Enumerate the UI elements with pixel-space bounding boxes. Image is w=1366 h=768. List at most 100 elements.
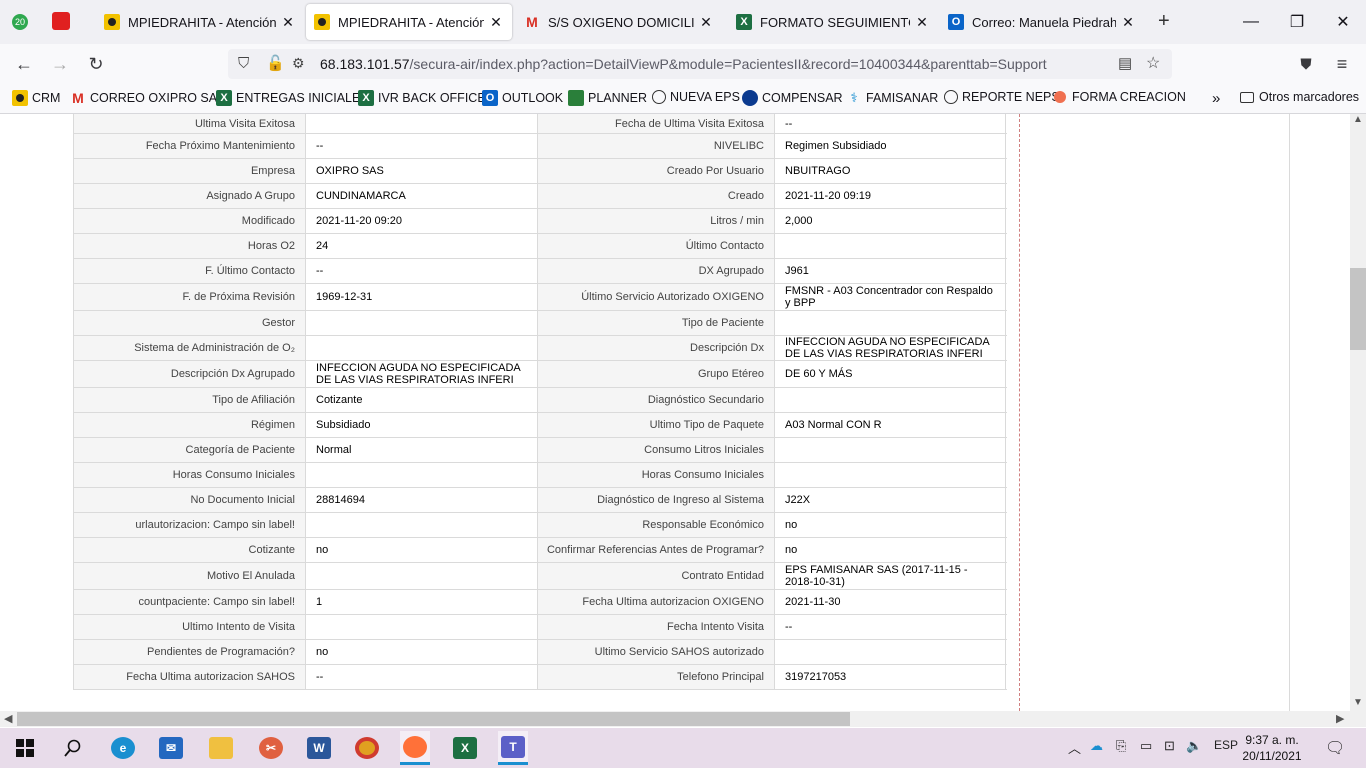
volume-icon[interactable]: 🔈 [1186,738,1202,754]
field-value[interactable]: Regimen Subsidiado [774,134,1006,158]
close-icon[interactable]: ✕ [698,14,714,31]
tab-4[interactable]: O Correo: Manuela Piedrahita - ✕ [940,4,1144,40]
bookmark-entregas[interactable]: X ENTREGAS INICIALES [216,90,369,106]
new-tab-button[interactable]: + [1158,10,1170,33]
minimize-button[interactable]: — [1228,0,1274,44]
bookmark-nueva-eps[interactable]: NUEVA EPS [652,90,740,104]
field-value[interactable]: FMSNR - A03 Concentrador con Respaldo y … [774,284,1006,310]
field-value[interactable] [305,463,537,487]
edge-taskbar-icon[interactable]: e [108,734,138,762]
field-value[interactable] [305,513,537,537]
close-icon[interactable]: ✕ [280,14,296,31]
search-button[interactable] [58,734,88,762]
field-value[interactable] [305,563,537,589]
close-icon[interactable]: ✕ [914,14,930,31]
field-value[interactable] [305,114,537,133]
field-value[interactable]: DE 60 Y MÁS [774,361,1006,387]
pinned-media-tab-icon[interactable] [52,12,70,30]
field-value[interactable]: 24 [305,234,537,258]
field-value[interactable]: 1969-12-31 [305,284,537,310]
field-value[interactable]: OXIPRO SAS [305,159,537,183]
vertical-scroll-thumb[interactable] [1350,268,1366,350]
field-value[interactable] [774,311,1006,335]
close-icon[interactable]: ✕ [488,14,504,31]
notifications-icon[interactable]: 🗨 [1325,738,1345,758]
field-value[interactable]: INFECCION AGUDA NO ESPECIFICADA DE LAS V… [774,336,1006,360]
scroll-right-arrow-icon[interactable]: ▶ [1336,712,1344,725]
field-value[interactable] [305,311,537,335]
field-value[interactable]: NBUITRAGO [774,159,1006,183]
firefox-taskbar-icon[interactable] [400,731,430,765]
field-value[interactable]: -- [774,615,1006,639]
bookmark-famisanar[interactable]: ⚕ FAMISANAR [846,90,938,106]
field-value[interactable]: A03 Normal CON R [774,413,1006,437]
pocket-icon[interactable]: ⛊ [1294,52,1318,76]
field-value[interactable]: 2,000 [774,209,1006,233]
field-value[interactable]: no [774,513,1006,537]
show-hidden-icons-chevron-icon[interactable]: ︿ [1068,738,1081,757]
bookmark-star-icon[interactable]: ☆ [1146,53,1160,73]
close-window-button[interactable]: ✕ [1320,0,1366,44]
permissions-icon[interactable]: ⚙ [292,55,305,72]
address-bar[interactable]: ⛉ 🔓 ⚙ 68.183.101.57/secura-air/index.php… [228,49,1172,79]
bookmark-correo-oxipro[interactable]: M CORREO OXIPRO SAS [70,90,225,106]
field-value[interactable]: -- [305,665,537,689]
field-value[interactable]: J22X [774,488,1006,512]
field-value[interactable] [774,463,1006,487]
field-value[interactable]: Cotizante [305,388,537,412]
shield-icon[interactable]: ⛉ [238,55,249,72]
excel-taskbar-icon[interactable]: X [450,734,480,762]
teams-taskbar-icon[interactable]: T [498,731,528,765]
bookmark-planner[interactable]: PLANNER [568,90,647,106]
bookmark-compensar[interactable]: COMPENSAR [742,90,843,106]
start-button[interactable] [10,734,40,762]
mail-taskbar-icon[interactable]: ✉ [156,734,186,762]
field-value[interactable] [305,615,537,639]
more-bookmarks-chevron-icon[interactable]: » [1212,90,1220,107]
field-value[interactable]: Normal [305,438,537,462]
field-value[interactable]: no [305,538,537,562]
language-indicator[interactable]: ESP [1214,738,1238,752]
meet-now-icon[interactable]: ⎘ [1116,738,1126,754]
system-clock[interactable]: 9:37 a. m. 20/11/2021 [1240,732,1304,764]
tab-count-badge[interactable]: 20 [12,14,28,30]
field-value[interactable]: 2021-11-20 09:19 [774,184,1006,208]
field-value[interactable]: 28814694 [305,488,537,512]
field-value[interactable]: -- [305,259,537,283]
vertical-scrollbar[interactable] [1350,114,1366,711]
field-value[interactable]: -- [305,134,537,158]
tab-0[interactable]: MPIEDRAHITA - Atención al U ✕ [96,4,304,40]
bookmark-ivr[interactable]: X IVR BACK OFFICE [358,90,486,106]
field-value[interactable] [774,388,1006,412]
word-taskbar-icon[interactable]: W [304,734,334,762]
tab-2[interactable]: M S/S OXIGENO DOMICILIARIO ✕ [516,4,722,40]
scroll-up-arrow-icon[interactable]: ▲ [1353,114,1363,125]
file-explorer-taskbar-icon[interactable] [206,734,236,762]
bookmark-crm[interactable]: CRM [12,90,60,106]
field-value[interactable]: no [774,538,1006,562]
chrome-taskbar-icon[interactable] [352,734,382,762]
insecure-lock-icon[interactable]: 🔓 [266,54,285,72]
tab-1-active[interactable]: MPIEDRAHITA - Atención al U ✕ [306,4,512,40]
onedrive-icon[interactable]: ☁ [1090,738,1103,754]
scroll-down-arrow-icon[interactable]: ▼ [1353,697,1363,708]
field-value[interactable] [305,336,537,360]
field-value[interactable]: INFECCION AGUDA NO ESPECIFICADA DE LAS V… [305,361,537,387]
field-value[interactable]: no [305,640,537,664]
reader-view-icon[interactable]: ▤ [1118,54,1132,72]
forward-button[interactable]: → [48,52,72,76]
field-value[interactable]: 2021-11-20 09:20 [305,209,537,233]
bookmark-reporte-neps[interactable]: REPORTE NEPS [944,90,1060,104]
field-value[interactable]: 1 [305,590,537,614]
restore-button[interactable]: ❐ [1274,0,1320,44]
field-value[interactable]: 2021-11-30 [774,590,1006,614]
bookmark-forma-creacion[interactable]: FORMA CREACION [1054,90,1186,104]
back-button[interactable]: ← [12,52,36,76]
other-bookmarks[interactable]: Otros marcadores [1240,90,1359,104]
field-value[interactable]: CUNDINAMARCA [305,184,537,208]
horizontal-scroll-thumb[interactable] [17,712,850,726]
tab-3[interactable]: X FORMATO SEGUIMIENTO GD ✕ [728,4,938,40]
field-value[interactable]: J961 [774,259,1006,283]
field-value[interactable]: EPS FAMISANAR SAS (2017-11-15 - 2018-10-… [774,563,1006,589]
field-value[interactable] [774,234,1006,258]
